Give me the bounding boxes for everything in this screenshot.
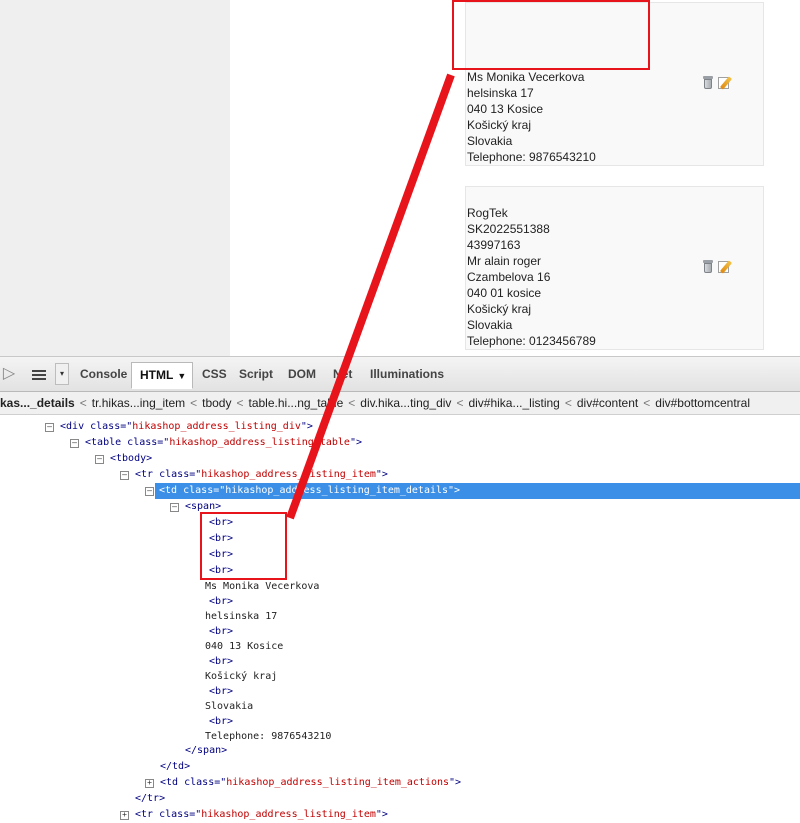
annotation-arrow-line — [286, 73, 455, 520]
annotation-arrow — [286, 73, 455, 520]
